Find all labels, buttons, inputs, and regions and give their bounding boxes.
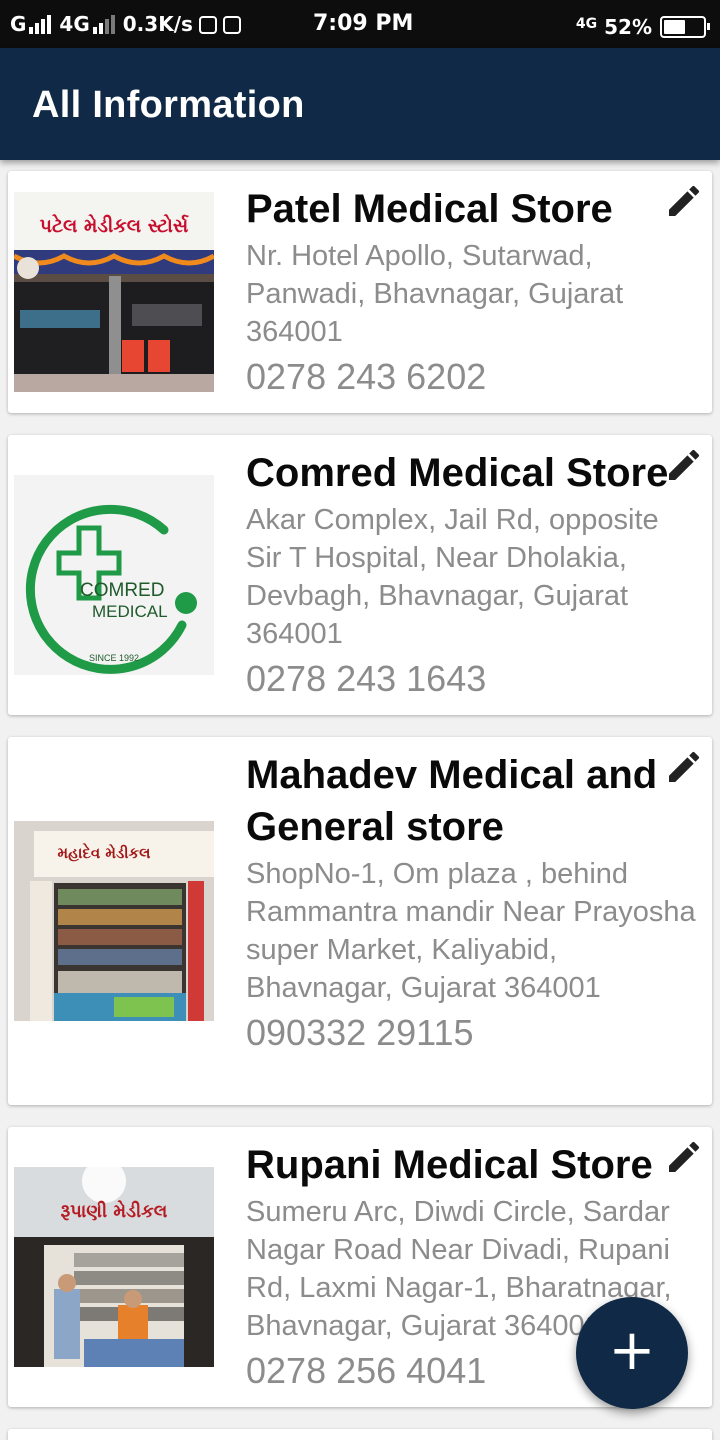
store-card[interactable]: પટેલ મેડીકલ સ્ટોર્સ Patel Medical Store … (8, 171, 712, 413)
signal-icon-2 (92, 3, 117, 51)
status-time: 7:09 PM (313, 11, 414, 36)
store-card[interactable] (8, 1429, 712, 1440)
store-sign-text: મહાદેવ મેડીકલ (58, 842, 152, 862)
store-photo: રૂપાણી મેડીકલ (14, 1167, 214, 1367)
logo-text-1: COMRED (80, 580, 164, 601)
store-sign-text: પટેલ મેડીકલ સ્ટોર્સ (40, 214, 190, 237)
logo-since-text: SINCE 1992 (89, 653, 139, 663)
edit-icon[interactable] (664, 1137, 704, 1177)
battery-percent: 52% (604, 15, 652, 39)
edit-icon[interactable] (664, 181, 704, 221)
store-phone[interactable]: 0278 243 6202 (246, 353, 698, 401)
store-card[interactable]: મહાદેવ મેડીકલ Mahadev Medical and Genera… (8, 737, 712, 1105)
store-address: Akar Complex, Jail Rd, opposite Sir T Ho… (246, 504, 659, 650)
status-bar: G 4G 0.3K/s 7:09 PM 4G 52% (0, 0, 720, 48)
add-store-button[interactable]: + (576, 1297, 688, 1409)
network-speed: 0.3K/s (122, 12, 193, 36)
store-sign-text: રૂપાણી મેડીકલ (61, 1200, 168, 1222)
status-left: G 4G 0.3K/s (10, 0, 241, 48)
message-icon (222, 16, 241, 34)
store-logo: COMRED MEDICAL SINCE 1992 (14, 475, 214, 675)
store-photo: મહાદેવ મેડીકલ (14, 821, 214, 1021)
store-name: Mahadev Medical and General store (246, 753, 658, 849)
store-info: Comred Medical Store Akar Complex, Jail … (246, 447, 698, 703)
plus-icon: + (608, 1318, 656, 1383)
store-phone[interactable]: 0278 243 1643 (246, 655, 698, 703)
app-bar: All Information (0, 48, 720, 160)
store-info: Mahadev Medical and General store ShopNo… (246, 749, 698, 1057)
signal-icon (29, 3, 53, 51)
edit-icon[interactable] (664, 445, 704, 485)
edit-icon[interactable] (664, 747, 704, 787)
store-address: Nr. Hotel Apollo, Sutarwad, Panwadi, Bha… (246, 240, 624, 348)
store-photo: પટેલ મેડીકલ સ્ટોર્સ (14, 192, 214, 392)
store-name: Rupani Medical Store (246, 1143, 653, 1187)
battery-icon (660, 16, 710, 38)
store-card[interactable]: COMRED MEDICAL SINCE 1992 Comred Medical… (8, 435, 712, 715)
network-label-2: 4G (59, 12, 90, 36)
logo-text-2: MEDICAL (92, 602, 168, 621)
store-address: ShopNo-1, Om plaza , behind Rammantra ma… (246, 858, 696, 1004)
page-title: All Information (32, 84, 305, 126)
store-name: Patel Medical Store (246, 187, 613, 231)
store-name: Comred Medical Store (246, 451, 669, 495)
network-label: G (10, 12, 27, 36)
instagram-icon (198, 16, 217, 34)
volte-label: 4G (575, 16, 598, 32)
store-info: Patel Medical Store Nr. Hotel Apollo, Su… (246, 183, 698, 401)
store-phone[interactable]: 090332 29115 (246, 1009, 698, 1057)
status-right: 4G 52% (575, 0, 710, 48)
